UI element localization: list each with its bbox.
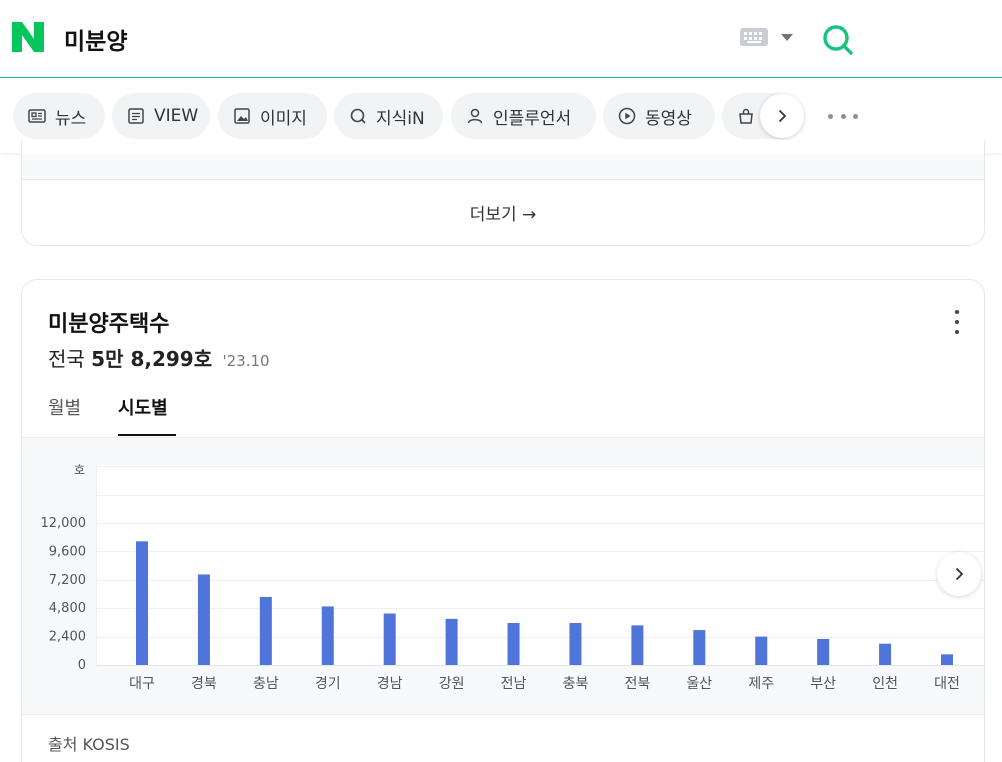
tab-label: 이미지 [260, 108, 307, 129]
y-tick-label: 0 [78, 658, 86, 673]
chart-next-button[interactable] [937, 552, 981, 596]
naver-logo-icon [12, 22, 44, 52]
bar [817, 638, 830, 665]
bar [259, 596, 272, 665]
kebab-dot-icon [955, 330, 959, 334]
bar [507, 622, 520, 665]
chevron-right-icon [778, 109, 787, 123]
bar [136, 541, 148, 665]
source-label: 출처 KOSIS [48, 735, 130, 754]
x-tick-label: 부산 [810, 676, 836, 692]
summary-line: 전국 5만 8,299호 '23.10 [48, 343, 270, 372]
y-axis-unit-label: 호 [74, 463, 85, 477]
summary-date: '23.10 [222, 352, 270, 370]
tabs-next-button[interactable] [760, 94, 804, 138]
tab-label: 지식iN [376, 108, 425, 129]
x-tick-label: 경남 [377, 676, 403, 692]
tab-label: 인플루언서 [493, 108, 572, 129]
y-tick-label: 2,400 [49, 630, 86, 645]
more-dot-icon [840, 113, 846, 119]
card-title: 미분양주택수 [48, 312, 170, 337]
kin-icon [350, 108, 366, 124]
x-tick-label: 전북 [625, 676, 651, 692]
card-strip [22, 154, 984, 180]
subtab-monthly[interactable]: 월별 [48, 394, 81, 420]
x-tick-label: 대전 [934, 676, 960, 692]
unsold-housing-card: 미분양주택수 전국 5만 8,299호 '23.10 월별 시도별 호 0 2,40… [21, 279, 985, 762]
kebab-dot-icon [955, 310, 959, 314]
bar-chart: 호 0 2,400 4,800 7,200 9,600 12,000 대구 경북 충남 경기 경남 강원… [41, 463, 984, 692]
image-icon [234, 108, 250, 124]
bar [383, 613, 396, 665]
naver-logo[interactable] [12, 22, 44, 52]
play-icon [618, 107, 636, 125]
bar [879, 643, 892, 665]
tab-label: VIEW [154, 106, 199, 126]
more-dot-icon [828, 113, 833, 119]
chevron-right-icon [955, 567, 964, 581]
tab-label: 뉴스 [55, 108, 87, 129]
search-query[interactable]: 미분양 [64, 22, 127, 56]
x-tick-label: 인천 [872, 676, 898, 692]
tab-kin[interactable]: 지식iN [334, 93, 443, 139]
summary-total: 5만 8,299호 [91, 347, 213, 371]
x-tick-label: 충남 [253, 676, 279, 692]
x-tick-label: 경북 [191, 676, 217, 692]
bar [445, 618, 458, 665]
bar [569, 622, 582, 665]
keyboard-icon[interactable] [740, 28, 768, 46]
x-tick-label: 경기 [315, 676, 341, 692]
y-tick-label: 9,600 [49, 544, 86, 559]
search-button[interactable] [818, 20, 858, 60]
more-tabs-button[interactable] [828, 106, 858, 126]
bar [941, 654, 953, 665]
bar [631, 625, 644, 665]
shopping-bag-icon [739, 108, 753, 124]
news-icon [28, 109, 46, 123]
x-tick-label: 대구 [129, 676, 155, 692]
active-subtab-indicator [118, 434, 176, 436]
tab-image[interactable]: 이미지 [218, 93, 327, 139]
bar [197, 574, 210, 665]
bar [755, 636, 768, 665]
bar [321, 606, 334, 665]
x-tick-label: 충북 [563, 676, 589, 692]
more-button[interactable]: 더보기 → [22, 200, 984, 225]
tab-news[interactable]: 뉴스 [13, 93, 105, 139]
view-icon [128, 108, 144, 124]
chevron-down-icon[interactable] [781, 34, 793, 41]
bar [693, 630, 706, 665]
card-options-button[interactable] [950, 310, 964, 334]
header: 미분양 [0, 0, 1002, 78]
y-tick-label: 7,200 [49, 573, 86, 588]
more-dot-icon [853, 113, 858, 119]
chart-area: 호 0 2,400 4,800 7,200 9,600 12,000 대구 경북 충남 경기 경남 강원… [22, 437, 984, 715]
tab-view[interactable]: VIEW [112, 93, 210, 139]
search-icon [823, 25, 853, 55]
x-tick-label: 강원 [439, 676, 465, 692]
x-tick-label: 제주 [748, 676, 774, 692]
x-tick-label: 울산 [686, 676, 712, 692]
tab-video[interactable]: 동영상 [603, 93, 715, 139]
person-icon [467, 108, 483, 124]
kebab-dot-icon [955, 320, 959, 324]
summary-region: 전국 [48, 347, 85, 371]
previous-result-card: 더보기 → [21, 140, 985, 246]
subtab-by-region[interactable]: 시도별 [118, 394, 168, 420]
tab-label: 동영상 [645, 108, 692, 129]
tab-influencer[interactable]: 인플루언서 [451, 93, 596, 139]
y-tick-label: 4,800 [49, 601, 86, 616]
y-tick-label: 12,000 [41, 516, 87, 531]
x-tick-label: 전남 [501, 676, 527, 692]
